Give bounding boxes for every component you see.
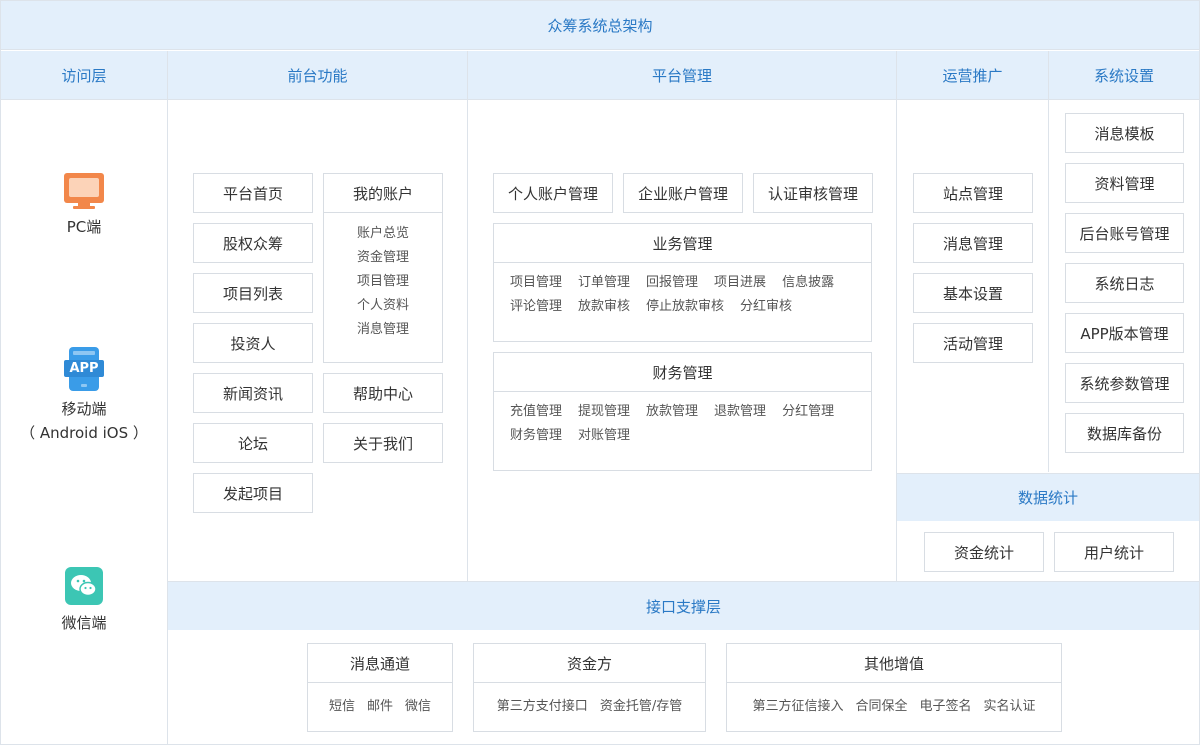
divider xyxy=(1,99,1199,100)
interface-other-title: 其他增值 xyxy=(727,644,1061,683)
divider xyxy=(167,51,168,745)
my-account-item: 资金管理 xyxy=(356,250,409,265)
business-item: 停止放款审核 xyxy=(646,299,725,314)
settings-item: 资料管理 xyxy=(1065,163,1184,203)
finance-item: 提现管理 xyxy=(578,404,631,419)
endpoint-mobile-title: 移动端 xyxy=(61,400,107,418)
app-icon-badge: APP xyxy=(69,361,99,376)
interface-item: 微信 xyxy=(405,699,432,714)
interface-item: 合同保全 xyxy=(855,699,908,714)
ops-item: 站点管理 xyxy=(913,173,1033,213)
settings-item: 系统日志 xyxy=(1065,263,1184,303)
platform-item: 企业账户管理 xyxy=(623,173,743,213)
frontend-item: 投资人 xyxy=(193,323,313,363)
finance-title: 财务管理 xyxy=(494,353,871,392)
interface-funds-group: 资金方 第三方支付接口 资金托管/存管 xyxy=(473,643,706,732)
business-list: 项目管理 订单管理 回报管理 项目进展 信息披露 评论管理 放款审核 停止放款审… xyxy=(494,263,871,319)
my-account-item: 消息管理 xyxy=(356,322,409,337)
stats-item: 用户统计 xyxy=(1054,532,1174,572)
business-item: 回报管理 xyxy=(646,275,699,290)
monitor-icon xyxy=(64,173,104,209)
frontend-item: 项目列表 xyxy=(193,273,313,313)
business-title: 业务管理 xyxy=(494,224,871,263)
divider xyxy=(467,51,468,581)
business-item: 分红审核 xyxy=(740,299,793,314)
finance-item: 分红管理 xyxy=(782,404,835,419)
endpoint-wechat-label: 微信端 xyxy=(61,614,107,632)
business-item: 信息披露 xyxy=(782,275,835,290)
business-item: 项目进展 xyxy=(714,275,767,290)
ops-item: 基本设置 xyxy=(913,273,1033,313)
interface-item: 资金托管/存管 xyxy=(599,699,683,714)
interface-other-list: 第三方征信接入 合同保全 电子签名 实名认证 xyxy=(727,683,1061,714)
settings-item: APP版本管理 xyxy=(1065,313,1184,353)
finance-item: 充值管理 xyxy=(510,404,563,419)
business-item: 评论管理 xyxy=(510,299,563,314)
header-frontend: 前台功能 xyxy=(168,51,467,99)
settings-item: 系统参数管理 xyxy=(1065,363,1184,403)
endpoint-mobile: APP 移动端 （ Android iOS ） xyxy=(1,347,167,445)
finance-list: 充值管理 提现管理 放款管理 退款管理 分红管理 财务管理 对账管理 xyxy=(494,392,871,448)
my-account-title: 我的账户 xyxy=(324,174,442,213)
frontend-item: 帮助中心 xyxy=(323,373,443,413)
header-stats: 数据统计 xyxy=(897,473,1199,521)
interface-item: 电子签名 xyxy=(919,699,972,714)
business-item: 项目管理 xyxy=(510,275,563,290)
divider xyxy=(1048,51,1049,472)
interface-funds-list: 第三方支付接口 资金托管/存管 xyxy=(474,683,705,714)
header-access: 访问层 xyxy=(1,51,167,99)
interface-item: 实名认证 xyxy=(983,699,1036,714)
ops-item: 活动管理 xyxy=(913,323,1033,363)
settings-item: 消息模板 xyxy=(1065,113,1184,153)
platform-item: 个人账户管理 xyxy=(493,173,613,213)
my-account-item: 个人资料 xyxy=(356,298,409,313)
interface-other-group: 其他增值 第三方征信接入 合同保全 电子签名 实名认证 xyxy=(726,643,1062,732)
frontend-item: 关于我们 xyxy=(323,423,443,463)
endpoint-mobile-label: 移动端 （ Android iOS ） xyxy=(20,397,148,445)
my-account-item: 账户总览 xyxy=(356,226,409,241)
frontend-item: 发起项目 xyxy=(193,473,313,513)
business-item: 订单管理 xyxy=(578,275,631,290)
finance-item: 放款管理 xyxy=(646,404,699,419)
endpoint-pc: PC端 xyxy=(1,173,167,239)
platform-item: 认证审核管理 xyxy=(753,173,873,213)
header-interface: 接口支撑层 xyxy=(168,581,1199,630)
interface-message-group: 消息通道 短信 邮件 微信 xyxy=(307,643,453,732)
diagram-title: 众筹系统总架构 xyxy=(1,1,1199,50)
my-account-group: 我的账户 账户总览 资金管理 项目管理 个人资料 消息管理 xyxy=(323,173,443,363)
interface-funds-title: 资金方 xyxy=(474,644,705,683)
ops-item: 消息管理 xyxy=(913,223,1033,263)
interface-item: 邮件 xyxy=(366,699,393,714)
my-account-item: 项目管理 xyxy=(356,274,409,289)
architecture-diagram: 众筹系统总架构 访问层 前台功能 平台管理 运营推广 系统设置 PC端 APP xyxy=(0,0,1200,745)
interface-item: 第三方支付接口 xyxy=(496,699,588,714)
frontend-item: 新闻资讯 xyxy=(193,373,313,413)
business-group: 业务管理 项目管理 订单管理 回报管理 项目进展 信息披露 评论管理 放款审核 … xyxy=(493,223,872,342)
finance-item: 对账管理 xyxy=(578,428,631,443)
header-platform: 平台管理 xyxy=(468,51,896,99)
finance-group: 财务管理 充值管理 提现管理 放款管理 退款管理 分红管理 财务管理 对账管理 xyxy=(493,352,872,471)
endpoint-wechat: 微信端 xyxy=(1,567,167,635)
interface-item: 短信 xyxy=(328,699,355,714)
app-icon: APP xyxy=(64,347,104,391)
frontend-item: 平台首页 xyxy=(193,173,313,213)
stats-item: 资金统计 xyxy=(924,532,1044,572)
frontend-item: 论坛 xyxy=(193,423,313,463)
finance-item: 退款管理 xyxy=(714,404,767,419)
header-settings: 系统设置 xyxy=(1049,51,1199,99)
frontend-item: 股权众筹 xyxy=(193,223,313,263)
my-account-list: 账户总览 资金管理 项目管理 个人资料 消息管理 xyxy=(324,213,442,342)
wechat-icon xyxy=(65,567,103,605)
interface-message-title: 消息通道 xyxy=(308,644,452,683)
header-ops: 运营推广 xyxy=(897,51,1048,99)
endpoint-mobile-platforms: （ Android iOS ） xyxy=(20,424,148,442)
interface-item: 第三方征信接入 xyxy=(752,699,844,714)
interface-message-list: 短信 邮件 微信 xyxy=(308,683,452,714)
settings-item: 后台账号管理 xyxy=(1065,213,1184,253)
endpoint-pc-label: PC端 xyxy=(66,218,102,236)
settings-item: 数据库备份 xyxy=(1065,413,1184,453)
business-item: 放款审核 xyxy=(578,299,631,314)
finance-item: 财务管理 xyxy=(510,428,563,443)
